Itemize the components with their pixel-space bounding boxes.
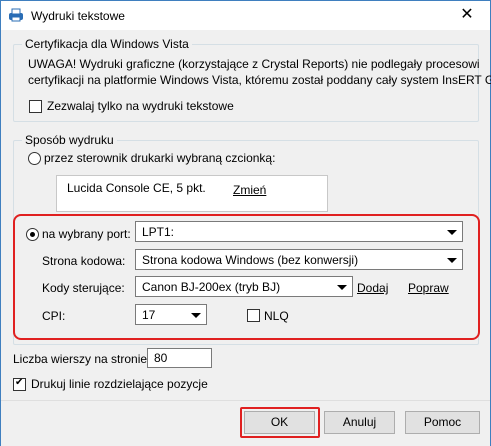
- vista-group-legend: Certyfikacja dla Windows Vista: [22, 37, 192, 51]
- radio-printer-driver-label: przez sterownik drukarki wybraną czcionk…: [44, 151, 276, 165]
- window-title: Wydruki tekstowe: [31, 9, 125, 23]
- text-only-checkbox-label: Zezwalaj tylko na wydruki tekstowe: [47, 99, 234, 113]
- text-only-checkbox[interactable]: [29, 100, 42, 113]
- separator-lines-label: Drukuj linie rozdzielające pozycje: [31, 377, 208, 391]
- dialog-window: Wydruki tekstowe ✕ Certyfikacja dla Wind…: [0, 0, 491, 446]
- print-method-legend: Sposób wydruku: [22, 133, 117, 147]
- selected-font-value: Lucida Console CE, 5 pkt.: [67, 181, 206, 195]
- ok-button-highlight: [240, 407, 320, 438]
- printer-icon: [9, 8, 23, 22]
- change-font-link[interactable]: Zmień: [233, 183, 266, 197]
- cancel-button[interactable]: Anuluj: [324, 411, 395, 434]
- radio-printer-driver[interactable]: [28, 152, 41, 165]
- selected-font-box: Lucida Console CE, 5 pkt. Zmień: [56, 175, 328, 212]
- close-icon[interactable]: ✕: [444, 1, 490, 30]
- lines-per-page-input[interactable]: 80: [147, 348, 212, 368]
- port-section-highlight: [13, 214, 480, 340]
- vista-warning-line2: certyfikacji na platformie Windows Vista…: [28, 73, 491, 87]
- lines-per-page-value: 80: [154, 351, 168, 365]
- lines-per-page-label: Liczba wierszy na stronie:: [13, 352, 151, 366]
- vista-certification-group: Certyfikacja dla Windows Vista UWAGA! Wy…: [13, 37, 491, 122]
- separator-lines-checkbox[interactable]: [13, 377, 26, 391]
- title-bar: Wydruki tekstowe ✕: [1, 1, 490, 30]
- vista-warning-line1: UWAGA! Wydruki graficzne (korzystające z…: [28, 57, 480, 71]
- help-button[interactable]: Pomoc: [405, 411, 480, 434]
